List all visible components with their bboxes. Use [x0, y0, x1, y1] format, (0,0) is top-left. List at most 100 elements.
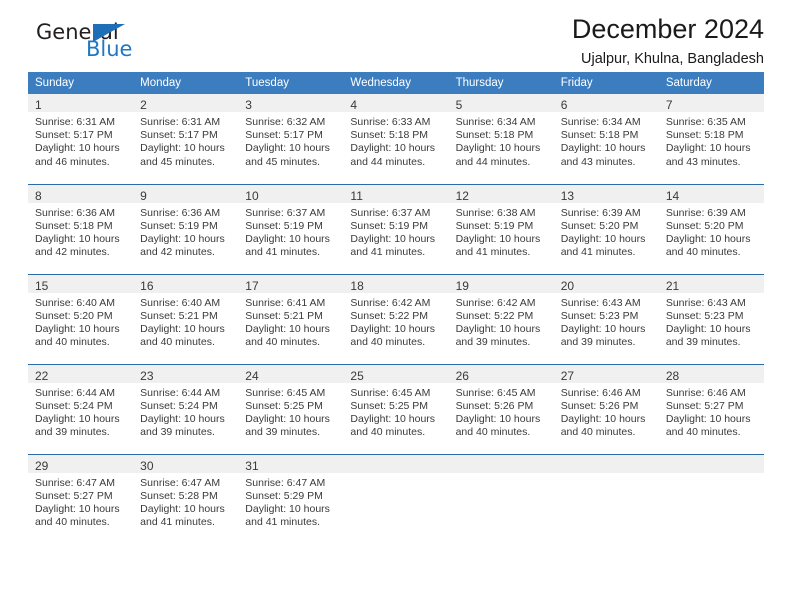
sunset-text: Sunset: 5:27 PM — [35, 489, 113, 502]
daylight-text-line1: Daylight: 10 hours — [560, 322, 646, 335]
day-number-band: 17 — [238, 274, 344, 293]
calendar-day-cell[interactable]: 17 Sunrise: 6:41 AM Sunset: 5:21 PM Dayligh… — [238, 273, 344, 364]
daylight-text-line2: and 40 minutes. — [35, 516, 110, 529]
calendar-day-cell[interactable]: 16 Sunrise: 6:40 AM Sunset: 5:21 PM Dayligh… — [133, 273, 239, 364]
daylight-text-line1: Daylight: 10 hours — [350, 322, 436, 335]
sunrise-text: Sunrise: 6:36 AM — [140, 206, 221, 219]
day-detail: Sunrise: 6:45 AM Sunset: 5:25 PM Daylight:… — [238, 383, 343, 440]
calendar-day-cell[interactable]: 11 Sunrise: 6:37 AM Sunset: 5:19 PM Dayligh… — [343, 183, 449, 274]
day-box — [553, 454, 659, 545]
day-detail: Sunrise: 6:47 AM Sunset: 5:28 PM Daylight:… — [133, 473, 238, 530]
daylight-text-line2: and 40 minutes. — [350, 426, 426, 439]
calendar-day-cell[interactable]: 26 Sunrise: 6:45 AM Sunset: 5:26 PM Dayligh… — [448, 363, 554, 454]
day-box — [448, 454, 554, 545]
sunrise-text: Sunrise: 6:39 AM — [560, 206, 641, 219]
daylight-text-line1: Daylight: 10 hours — [140, 322, 225, 335]
calendar-day-cell[interactable]: 7 Sunrise: 6:35 AM Sunset: 5:18 PM Daylight… — [658, 94, 764, 184]
sunrise-text: Sunrise: 6:46 AM — [560, 386, 641, 399]
calendar-day-cell[interactable]: 29 Sunrise: 6:47 AM Sunset: 5:27 PM Dayligh… — [28, 453, 134, 544]
day-box: 11 Sunrise: 6:37 AM Sunset: 5:19 PM Dayligh… — [343, 184, 449, 274]
calendar-day-cell[interactable]: 18 Sunrise: 6:42 AM Sunset: 5:22 PM Dayligh… — [343, 273, 449, 364]
calendar-day-cell[interactable]: 6 Sunrise: 6:34 AM Sunset: 5:18 PM Daylight… — [553, 94, 659, 184]
daylight-text-line1: Daylight: 10 hours — [140, 232, 225, 245]
calendar-day-cell[interactable]: 30 Sunrise: 6:47 AM Sunset: 5:28 PM Dayligh… — [133, 453, 239, 545]
calendar-day-cell[interactable]: 27 Sunrise: 6:46 AM Sunset: 5:26 PM Dayligh… — [553, 363, 659, 454]
day-detail: Sunrise: 6:37 AM Sunset: 5:19 PM Daylight:… — [343, 203, 448, 260]
day-number-band: 23 — [133, 364, 239, 383]
day-number-band: 16 — [133, 274, 239, 293]
day-detail: Sunrise: 6:42 AM Sunset: 5:22 PM Daylight:… — [449, 293, 554, 350]
daylight-text-line1: Daylight: 10 hours — [35, 232, 120, 245]
day-number-band: 1 — [28, 94, 134, 112]
sunset-text: Sunset: 5:18 PM — [665, 129, 744, 142]
calendar-day-cell[interactable]: 13 Sunrise: 6:39 AM Sunset: 5:20 PM Dayligh… — [553, 183, 659, 274]
calendar-day-cell[interactable]: 21 Sunrise: 6:43 AM Sunset: 5:23 PM Dayligh… — [658, 273, 764, 364]
day-box: 24 Sunrise: 6:45 AM Sunset: 5:25 PM Dayligh… — [238, 364, 344, 454]
calendar-day-cell[interactable]: 5 Sunrise: 6:34 AM Sunset: 5:18 PM Daylight… — [448, 94, 554, 184]
daylight-text-line2: and 46 minutes. — [35, 155, 110, 168]
sunset-text: Sunset: 5:18 PM — [35, 219, 113, 232]
calendar-day-cell[interactable]: 8 Sunrise: 6:36 AM Sunset: 5:18 PM Daylight… — [28, 183, 134, 274]
daylight-text-line1: Daylight: 10 hours — [455, 322, 541, 335]
day-detail: Sunrise: 6:33 AM Sunset: 5:18 PM Daylight:… — [343, 112, 448, 169]
calendar-day-cell[interactable]: 10 Sunrise: 6:37 AM Sunset: 5:19 PM Dayligh… — [238, 183, 344, 274]
sunrise-text: Sunrise: 6:47 AM — [35, 476, 115, 489]
calendar-day-cell[interactable]: 20 Sunrise: 6:43 AM Sunset: 5:23 PM Dayligh… — [553, 273, 659, 364]
day-box: 2 Sunrise: 6:31 AM Sunset: 5:17 PM Daylight… — [133, 94, 239, 184]
calendar-day-cell[interactable]: 28 Sunrise: 6:46 AM Sunset: 5:27 PM Dayligh… — [658, 363, 764, 454]
day-box — [658, 454, 764, 545]
day-detail: Sunrise: 6:36 AM Sunset: 5:19 PM Daylight:… — [133, 203, 238, 260]
day-number: 13 — [560, 188, 575, 203]
day-number-band: 12 — [448, 184, 554, 203]
sunset-text: Sunset: 5:27 PM — [665, 399, 744, 412]
day-number-band: 24 — [238, 364, 344, 383]
calendar-day-cell[interactable]: 1 Sunrise: 6:31 AM Sunset: 5:17 PM Daylight… — [28, 94, 134, 184]
daylight-text-line2: and 39 minutes. — [35, 426, 110, 439]
general-blue-logo[interactable]: General Blue — [28, 22, 198, 70]
calendar-day-cell[interactable]: 2 Sunrise: 6:31 AM Sunset: 5:17 PM Daylight… — [133, 94, 239, 184]
calendar-day-cell[interactable]: 3 Sunrise: 6:32 AM Sunset: 5:17 PM Daylight… — [238, 94, 344, 184]
day-box: 12 Sunrise: 6:38 AM Sunset: 5:19 PM Dayligh… — [448, 184, 554, 274]
calendar-day-cell[interactable]: 9 Sunrise: 6:36 AM Sunset: 5:19 PM Daylight… — [133, 183, 239, 274]
day-number: 16 — [140, 278, 154, 293]
day-number-band: 21 — [658, 274, 764, 293]
calendar-day-cell-empty — [343, 453, 449, 544]
calendar-day-cell[interactable]: 15 Sunrise: 6:40 AM Sunset: 5:20 PM Dayligh… — [28, 273, 134, 364]
sunrise-text: Sunrise: 6:32 AM — [245, 116, 326, 128]
daylight-text-line2: and 39 minutes. — [245, 426, 320, 439]
day-number-band: 30 — [133, 454, 239, 473]
day-detail: Sunrise: 6:39 AM Sunset: 5:20 PM Daylight:… — [659, 203, 764, 260]
calendar-day-cell[interactable]: 24 Sunrise: 6:45 AM Sunset: 5:25 PM Dayligh… — [238, 363, 344, 454]
day-number: 7 — [665, 98, 673, 112]
calendar-day-cell[interactable]: 4 Sunrise: 6:33 AM Sunset: 5:18 PM Daylight… — [343, 94, 449, 184]
daylight-text-line2: and 40 minutes. — [455, 426, 531, 439]
day-number-band: 10 — [238, 184, 344, 203]
day-box: 27 Sunrise: 6:46 AM Sunset: 5:26 PM Dayligh… — [553, 364, 659, 454]
calendar-day-cell[interactable]: 19 Sunrise: 6:42 AM Sunset: 5:22 PM Dayligh… — [448, 273, 554, 364]
sunset-text: Sunset: 5:18 PM — [560, 129, 639, 142]
day-number: 8 — [35, 188, 42, 203]
weekday-header-friday: Friday — [553, 72, 659, 94]
day-box: 30 Sunrise: 6:47 AM Sunset: 5:28 PM Dayligh… — [133, 454, 239, 545]
daylight-text-line1: Daylight: 10 hours — [35, 502, 120, 515]
daylight-text-line1: Daylight: 10 hours — [140, 412, 225, 425]
daylight-text-line2: and 40 minutes. — [665, 426, 741, 439]
calendar-week-row: 22 Sunrise: 6:44 AM Sunset: 5:24 PM Dayligh… — [28, 363, 764, 454]
day-box: 9 Sunrise: 6:36 AM Sunset: 5:19 PM Daylight… — [133, 184, 239, 274]
calendar-day-cell[interactable]: 31 Sunrise: 6:47 AM Sunset: 5:29 PM Dayligh… — [238, 453, 344, 544]
day-detail: Sunrise: 6:47 AM Sunset: 5:29 PM Daylight:… — [238, 473, 343, 530]
day-detail: Sunrise: 6:31 AM Sunset: 5:17 PM Daylight:… — [133, 112, 238, 169]
day-detail: Sunrise: 6:34 AM Sunset: 5:18 PM Daylight:… — [554, 112, 659, 169]
daylight-text-line2: and 39 minutes. — [455, 336, 531, 349]
calendar-body: 1 Sunrise: 6:31 AM Sunset: 5:17 PM Daylight… — [28, 94, 764, 544]
calendar-day-cell[interactable]: 14 Sunrise: 6:39 AM Sunset: 5:20 PM Dayligh… — [658, 183, 764, 274]
calendar-day-cell[interactable]: 25 Sunrise: 6:45 AM Sunset: 5:25 PM Dayligh… — [343, 363, 449, 454]
day-number-band: 7 — [658, 94, 764, 112]
day-number-band: 18 — [343, 274, 449, 293]
daylight-text-line2: and 44 minutes. — [350, 155, 426, 168]
calendar-day-cell[interactable]: 22 Sunrise: 6:44 AM Sunset: 5:24 PM Dayligh… — [28, 363, 134, 454]
calendar-day-cell[interactable]: 12 Sunrise: 6:38 AM Sunset: 5:19 PM Dayligh… — [448, 183, 554, 274]
sunset-text: Sunset: 5:19 PM — [140, 219, 218, 232]
calendar-day-cell[interactable]: 23 Sunrise: 6:44 AM Sunset: 5:24 PM Dayligh… — [133, 363, 239, 454]
daylight-text-line2: and 45 minutes. — [140, 155, 215, 168]
